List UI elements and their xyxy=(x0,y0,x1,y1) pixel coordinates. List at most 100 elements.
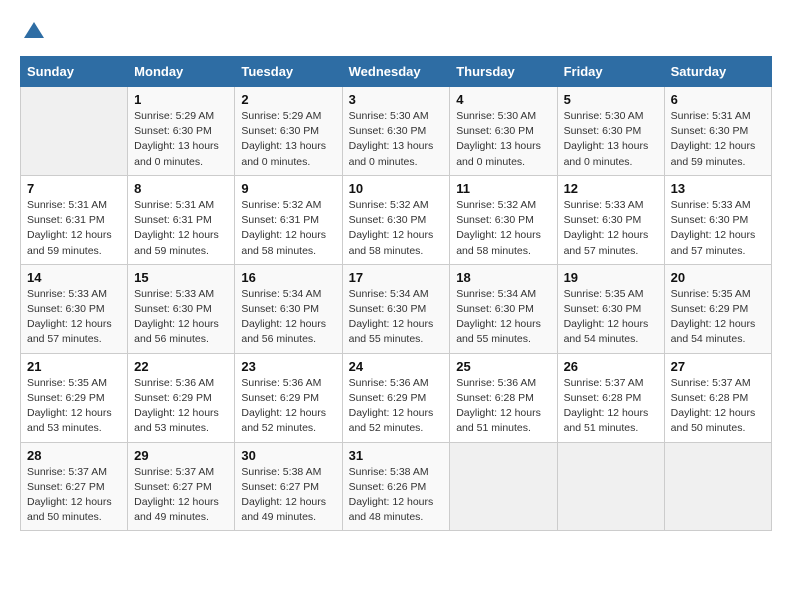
day-number: 10 xyxy=(349,181,444,196)
calendar-cell: 29Sunrise: 5:37 AM Sunset: 6:27 PM Dayli… xyxy=(128,442,235,531)
day-number: 5 xyxy=(564,92,658,107)
day-info: Sunrise: 5:33 AM Sunset: 6:30 PM Dayligh… xyxy=(134,287,228,348)
cell-content: 18 Sunrise: 5:34 AM Sunset: 6:30 PM Dayli… xyxy=(456,270,550,348)
week-row-5: 28Sunrise: 5:37 AM Sunset: 6:27 PM Dayli… xyxy=(21,442,772,531)
cell-content: 14Sunrise: 5:33 AM Sunset: 6:30 PM Dayli… xyxy=(27,270,121,348)
calendar-header: SundayMondayTuesdayWednesdayThursdayFrid… xyxy=(21,57,772,87)
cell-content: 26Sunrise: 5:37 AM Sunset: 6:28 PM Dayli… xyxy=(564,359,658,437)
cell-content: 10Sunrise: 5:32 AM Sunset: 6:30 PM Dayli… xyxy=(349,181,444,259)
cell-content: 2Sunrise: 5:29 AM Sunset: 6:30 PM Daylig… xyxy=(241,92,335,170)
calendar-cell: 4 Sunrise: 5:30 AM Sunset: 6:30 PM Daylig… xyxy=(450,87,557,176)
calendar-cell: 24Sunrise: 5:36 AM Sunset: 6:29 PM Dayli… xyxy=(342,353,450,442)
header-cell-monday: Monday xyxy=(128,57,235,87)
day-number: 25 xyxy=(456,359,550,374)
calendar-cell: 22 Sunrise: 5:36 AM Sunset: 6:29 PM Dayli… xyxy=(128,353,235,442)
day-number: 22 xyxy=(134,359,228,374)
calendar-cell: 25Sunrise: 5:36 AM Sunset: 6:28 PM Dayli… xyxy=(450,353,557,442)
day-info: Sunrise: 5:32 AM Sunset: 6:31 PM Dayligh… xyxy=(241,198,335,259)
day-number: 27 xyxy=(671,359,765,374)
cell-content: 15 Sunrise: 5:33 AM Sunset: 6:30 PM Dayli… xyxy=(134,270,228,348)
cell-content: 28Sunrise: 5:37 AM Sunset: 6:27 PM Dayli… xyxy=(27,448,121,526)
day-info: Sunrise: 5:33 AM Sunset: 6:30 PM Dayligh… xyxy=(671,198,765,259)
day-info: Sunrise: 5:35 AM Sunset: 6:30 PM Dayligh… xyxy=(564,287,658,348)
day-info: Sunrise: 5:31 AM Sunset: 6:31 PM Dayligh… xyxy=(134,198,228,259)
week-row-1: 1Sunrise: 5:29 AM Sunset: 6:30 PM Daylig… xyxy=(21,87,772,176)
day-info: Sunrise: 5:30 AM Sunset: 6:30 PM Dayligh… xyxy=(456,109,550,170)
day-info: Sunrise: 5:37 AM Sunset: 6:28 PM Dayligh… xyxy=(671,376,765,437)
day-info: Sunrise: 5:36 AM Sunset: 6:29 PM Dayligh… xyxy=(134,376,228,437)
cell-content: 5 Sunrise: 5:30 AM Sunset: 6:30 PM Daylig… xyxy=(564,92,658,170)
day-info: Sunrise: 5:36 AM Sunset: 6:29 PM Dayligh… xyxy=(349,376,444,437)
day-info: Sunrise: 5:31 AM Sunset: 6:30 PM Dayligh… xyxy=(671,109,765,170)
cell-content: 22 Sunrise: 5:36 AM Sunset: 6:29 PM Dayli… xyxy=(134,359,228,437)
week-row-4: 21 Sunrise: 5:35 AM Sunset: 6:29 PM Dayli… xyxy=(21,353,772,442)
calendar-cell: 27 Sunrise: 5:37 AM Sunset: 6:28 PM Dayli… xyxy=(664,353,771,442)
cell-content: 3 Sunrise: 5:30 AM Sunset: 6:30 PM Daylig… xyxy=(349,92,444,170)
day-number: 12 xyxy=(564,181,658,196)
logo-icon xyxy=(22,20,46,40)
header-cell-thursday: Thursday xyxy=(450,57,557,87)
day-number: 6 xyxy=(671,92,765,107)
cell-content: 11Sunrise: 5:32 AM Sunset: 6:30 PM Dayli… xyxy=(456,181,550,259)
day-number: 21 xyxy=(27,359,121,374)
day-number: 16 xyxy=(241,270,335,285)
header-cell-wednesday: Wednesday xyxy=(342,57,450,87)
calendar-cell: 13Sunrise: 5:33 AM Sunset: 6:30 PM Dayli… xyxy=(664,175,771,264)
cell-content: 7 Sunrise: 5:31 AM Sunset: 6:31 PM Daylig… xyxy=(27,181,121,259)
day-number: 17 xyxy=(349,270,444,285)
calendar-cell: 26Sunrise: 5:37 AM Sunset: 6:28 PM Dayli… xyxy=(557,353,664,442)
day-info: Sunrise: 5:30 AM Sunset: 6:30 PM Dayligh… xyxy=(564,109,658,170)
day-number: 2 xyxy=(241,92,335,107)
calendar-cell: 20Sunrise: 5:35 AM Sunset: 6:29 PM Dayli… xyxy=(664,264,771,353)
calendar-cell: 21 Sunrise: 5:35 AM Sunset: 6:29 PM Dayli… xyxy=(21,353,128,442)
calendar-body: 1Sunrise: 5:29 AM Sunset: 6:30 PM Daylig… xyxy=(21,87,772,531)
header-cell-friday: Friday xyxy=(557,57,664,87)
cell-content: 8 Sunrise: 5:31 AM Sunset: 6:31 PM Daylig… xyxy=(134,181,228,259)
calendar-cell: 30 Sunrise: 5:38 AM Sunset: 6:27 PM Dayli… xyxy=(235,442,342,531)
day-info: Sunrise: 5:38 AM Sunset: 6:27 PM Dayligh… xyxy=(241,465,335,526)
day-number: 26 xyxy=(564,359,658,374)
cell-content: 27 Sunrise: 5:37 AM Sunset: 6:28 PM Dayli… xyxy=(671,359,765,437)
calendar-cell: 6 Sunrise: 5:31 AM Sunset: 6:30 PM Daylig… xyxy=(664,87,771,176)
cell-content: 9Sunrise: 5:32 AM Sunset: 6:31 PM Daylig… xyxy=(241,181,335,259)
calendar-cell: 16 Sunrise: 5:34 AM Sunset: 6:30 PM Dayli… xyxy=(235,264,342,353)
calendar-cell: 18 Sunrise: 5:34 AM Sunset: 6:30 PM Dayli… xyxy=(450,264,557,353)
day-info: Sunrise: 5:35 AM Sunset: 6:29 PM Dayligh… xyxy=(671,287,765,348)
calendar-cell: 3 Sunrise: 5:30 AM Sunset: 6:30 PM Daylig… xyxy=(342,87,450,176)
day-info: Sunrise: 5:34 AM Sunset: 6:30 PM Dayligh… xyxy=(456,287,550,348)
cell-content: 25Sunrise: 5:36 AM Sunset: 6:28 PM Dayli… xyxy=(456,359,550,437)
calendar-table: SundayMondayTuesdayWednesdayThursdayFrid… xyxy=(20,56,772,531)
day-info: Sunrise: 5:38 AM Sunset: 6:26 PM Dayligh… xyxy=(349,465,444,526)
cell-content: 16 Sunrise: 5:34 AM Sunset: 6:30 PM Dayli… xyxy=(241,270,335,348)
header-cell-sunday: Sunday xyxy=(21,57,128,87)
day-number: 19 xyxy=(564,270,658,285)
day-number: 1 xyxy=(134,92,228,107)
cell-content: 17Sunrise: 5:34 AM Sunset: 6:30 PM Dayli… xyxy=(349,270,444,348)
day-number: 4 xyxy=(456,92,550,107)
calendar-cell: 19 Sunrise: 5:35 AM Sunset: 6:30 PM Dayli… xyxy=(557,264,664,353)
day-number: 18 xyxy=(456,270,550,285)
day-info: Sunrise: 5:37 AM Sunset: 6:27 PM Dayligh… xyxy=(134,465,228,526)
day-info: Sunrise: 5:36 AM Sunset: 6:29 PM Dayligh… xyxy=(241,376,335,437)
day-number: 3 xyxy=(349,92,444,107)
day-number: 30 xyxy=(241,448,335,463)
cell-content: 29Sunrise: 5:37 AM Sunset: 6:27 PM Dayli… xyxy=(134,448,228,526)
day-number: 7 xyxy=(27,181,121,196)
day-info: Sunrise: 5:34 AM Sunset: 6:30 PM Dayligh… xyxy=(241,287,335,348)
cell-content: 1Sunrise: 5:29 AM Sunset: 6:30 PM Daylig… xyxy=(134,92,228,170)
cell-content: 21 Sunrise: 5:35 AM Sunset: 6:29 PM Dayli… xyxy=(27,359,121,437)
header-cell-saturday: Saturday xyxy=(664,57,771,87)
day-number: 8 xyxy=(134,181,228,196)
day-info: Sunrise: 5:33 AM Sunset: 6:30 PM Dayligh… xyxy=(564,198,658,259)
calendar-cell: 9Sunrise: 5:32 AM Sunset: 6:31 PM Daylig… xyxy=(235,175,342,264)
day-number: 15 xyxy=(134,270,228,285)
header-cell-tuesday: Tuesday xyxy=(235,57,342,87)
day-info: Sunrise: 5:35 AM Sunset: 6:29 PM Dayligh… xyxy=(27,376,121,437)
day-info: Sunrise: 5:31 AM Sunset: 6:31 PM Dayligh… xyxy=(27,198,121,259)
cell-content: 31Sunrise: 5:38 AM Sunset: 6:26 PM Dayli… xyxy=(349,448,444,526)
cell-content: 30 Sunrise: 5:38 AM Sunset: 6:27 PM Dayli… xyxy=(241,448,335,526)
day-number: 23 xyxy=(241,359,335,374)
day-info: Sunrise: 5:30 AM Sunset: 6:30 PM Dayligh… xyxy=(349,109,444,170)
calendar-cell: 12 Sunrise: 5:33 AM Sunset: 6:30 PM Dayli… xyxy=(557,175,664,264)
day-info: Sunrise: 5:33 AM Sunset: 6:30 PM Dayligh… xyxy=(27,287,121,348)
